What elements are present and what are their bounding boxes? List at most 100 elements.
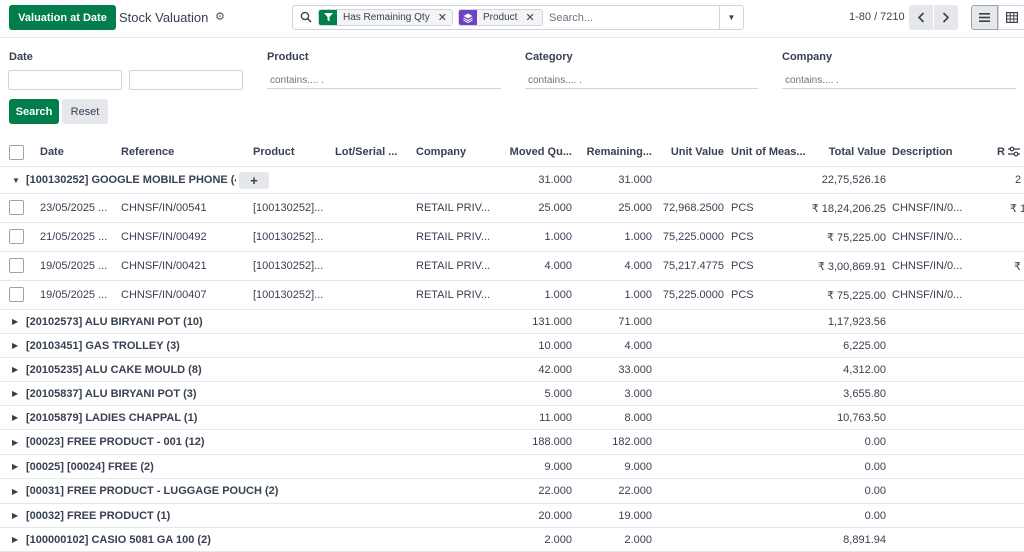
- caret-right-icon[interactable]: ▶: [12, 479, 18, 503]
- group-label: [100000102] CASIO 5081 GA 100 (2): [26, 533, 211, 546]
- group-remaining: 8.000: [624, 411, 652, 424]
- reset-button[interactable]: Reset: [62, 99, 108, 124]
- pager-value[interactable]: 1-80 / 7210: [849, 11, 905, 23]
- category-filter-label: Category: [525, 51, 573, 63]
- valuation-at-date-button[interactable]: Valuation at Date: [9, 5, 116, 30]
- group-label: [20103451] GAS TROLLEY (3): [26, 339, 180, 352]
- group-row[interactable]: ▶ [00031] FREE PRODUCT - LUGGAGE POUCH (…: [0, 479, 1024, 504]
- search-button[interactable]: Search: [9, 99, 59, 124]
- group-total-value: 1,17,923.56: [827, 315, 886, 328]
- group-row[interactable]: ▶ [20103451] GAS TROLLEY (3) 10.000 4.00…: [0, 334, 1024, 358]
- group-row[interactable]: ▶ [20105879] LADIES CHAPPAL (1) 11.000 8…: [0, 406, 1024, 430]
- cell-company: RETAIL PRIV...: [416, 260, 491, 272]
- caret-right-icon[interactable]: ▶: [12, 504, 18, 527]
- caret-right-icon[interactable]: ▶: [12, 455, 18, 478]
- group-label: [00025] [00024] FREE (2): [26, 460, 154, 473]
- group-row[interactable]: ▶ [20102573] ALU BIRYANI POT (10) 131.00…: [0, 310, 1024, 334]
- column-header-remaining[interactable]: Remaining...: [578, 137, 652, 166]
- caret-right-icon[interactable]: ▶: [12, 382, 18, 405]
- cell-unit-value: 75,217.4775: [662, 260, 724, 272]
- column-header-reference[interactable]: Reference: [121, 137, 241, 166]
- facet-label: Has Remaining Qty: [343, 12, 430, 23]
- close-icon[interactable]: ✕: [436, 10, 452, 25]
- column-header-moved-quantity[interactable]: Moved Qu...: [500, 137, 572, 166]
- cell-product: [100130252]...: [253, 289, 324, 301]
- column-header-description[interactable]: Description: [892, 137, 982, 166]
- add-button[interactable]: +: [239, 172, 269, 189]
- date-from-input[interactable]: [8, 70, 122, 90]
- pivot-view-button[interactable]: [998, 5, 1024, 30]
- group-label: [20105879] LADIES CHAPPAL (1): [26, 411, 198, 424]
- caret-right-icon[interactable]: ▶: [12, 358, 18, 381]
- group-row[interactable]: ▶ [20105837] ALU BIRYANI POT (3) 5.000 3…: [0, 382, 1024, 406]
- product-filter-label: Product: [267, 51, 309, 63]
- group-remaining: 4.000: [624, 339, 652, 352]
- table-row[interactable]: 21/05/2025 ... CHNSF/IN/00492 [100130252…: [0, 223, 1024, 252]
- date-to-input[interactable]: [129, 70, 243, 90]
- company-filter-input[interactable]: [782, 72, 1016, 89]
- group-row-expanded[interactable]: ▼ [100130252] GOOGLE MOBILE PHONE (4) + …: [0, 167, 1024, 194]
- cell-unit-of-measure: PCS: [731, 202, 754, 214]
- cell-reference: CHNSF/IN/00492: [121, 231, 207, 243]
- select-all-checkbox[interactable]: [9, 145, 24, 160]
- caret-right-icon[interactable]: ▶: [12, 310, 18, 333]
- product-filter-input[interactable]: [267, 72, 501, 89]
- group-moved-quantity: 2.000: [544, 533, 572, 546]
- group-remaining: 33.000: [618, 363, 652, 376]
- table-row[interactable]: 23/05/2025 ... CHNSF/IN/00541 [100130252…: [0, 194, 1024, 223]
- group-row[interactable]: ▶ [00023] FREE PRODUCT - 001 (12) 188.00…: [0, 430, 1024, 455]
- table-row[interactable]: 19/05/2025 ... CHNSF/IN/00421 [100130252…: [0, 252, 1024, 281]
- cell-remaining: 1.000: [624, 231, 652, 243]
- column-header-company[interactable]: Company: [416, 137, 494, 166]
- cell-total-value: ₹ 75,225.00: [827, 289, 886, 302]
- cell-unit-of-measure: PCS: [731, 289, 754, 301]
- cell-unit-value: 72,968.2500: [662, 202, 724, 214]
- column-header-product[interactable]: Product: [253, 137, 328, 166]
- group-row[interactable]: ▶ [00032] FREE PRODUCT (1) 20.000 19.000…: [0, 504, 1024, 528]
- row-checkbox[interactable]: [9, 287, 24, 302]
- row-checkbox[interactable]: [9, 229, 24, 244]
- caret-right-icon[interactable]: ▶: [12, 430, 18, 454]
- gear-icon[interactable]: ⚙: [215, 10, 225, 23]
- category-filter-input[interactable]: [525, 72, 758, 89]
- column-header-unit-of-measure[interactable]: Unit of Meas...: [731, 137, 807, 166]
- group-row[interactable]: ▶ [00025] [00024] FREE (2) 9.000 9.000 0…: [0, 455, 1024, 479]
- group-total-value: 0.00: [864, 509, 886, 522]
- caret-down-icon[interactable]: ▼: [12, 167, 20, 193]
- group-label: [100130252] GOOGLE MOBILE PHONE (4): [26, 174, 236, 186]
- group-row[interactable]: ▶ [100000102] CASIO 5081 GA 100 (2) 2.00…: [0, 528, 1024, 552]
- group-row[interactable]: ▶ [20105235] ALU CAKE MOULD (8) 42.000 3…: [0, 358, 1024, 382]
- caret-right-icon[interactable]: ▶: [12, 406, 18, 429]
- cell-product: [100130252]...: [253, 260, 324, 272]
- row-checkbox[interactable]: [9, 258, 24, 273]
- pager-next-button[interactable]: [934, 5, 958, 30]
- column-options-icon[interactable]: [1008, 146, 1020, 157]
- chevron-down-icon[interactable]: ▼: [719, 6, 743, 29]
- cell-company: RETAIL PRIV...: [416, 231, 491, 243]
- column-header-unit-value[interactable]: Unit Value: [658, 137, 724, 166]
- table-header: Date Reference Product Lot/Serial ... Co…: [0, 137, 1024, 167]
- row-checkbox[interactable]: [9, 200, 24, 215]
- table-row[interactable]: 19/05/2025 ... CHNSF/IN/00407 [100130252…: [0, 281, 1024, 310]
- pager-previous-button[interactable]: [909, 5, 933, 30]
- cell-moved-quantity: 4.000: [544, 260, 572, 272]
- column-header-lot-serial[interactable]: Lot/Serial ...: [335, 137, 407, 166]
- search-icon[interactable]: [300, 11, 312, 23]
- group-total-value: 4,312.00: [843, 363, 886, 376]
- caret-right-icon[interactable]: ▶: [12, 334, 18, 357]
- search-input[interactable]: [549, 10, 719, 26]
- cell-description: CHNSF/IN/0...: [892, 289, 963, 301]
- list-view-button[interactable]: [971, 5, 998, 30]
- facet-product: Product ✕: [458, 9, 543, 26]
- group-moved-quantity: 5.000: [544, 387, 572, 400]
- group-remaining: 31.000: [618, 174, 652, 186]
- column-header-extra[interactable]: R: [997, 137, 1007, 166]
- group-total-value: 22,75,526.16: [821, 174, 886, 186]
- control-panel: Valuation at Date Stock Valuation ⚙ Has …: [0, 0, 1024, 38]
- column-header-date[interactable]: Date: [40, 137, 110, 166]
- group-remaining: 3.000: [624, 387, 652, 400]
- caret-right-icon[interactable]: ▶: [12, 528, 18, 551]
- column-header-total-value[interactable]: Total Value: [810, 137, 886, 166]
- close-icon[interactable]: ✕: [523, 10, 539, 25]
- group-total-value: 6,225.00: [843, 339, 886, 352]
